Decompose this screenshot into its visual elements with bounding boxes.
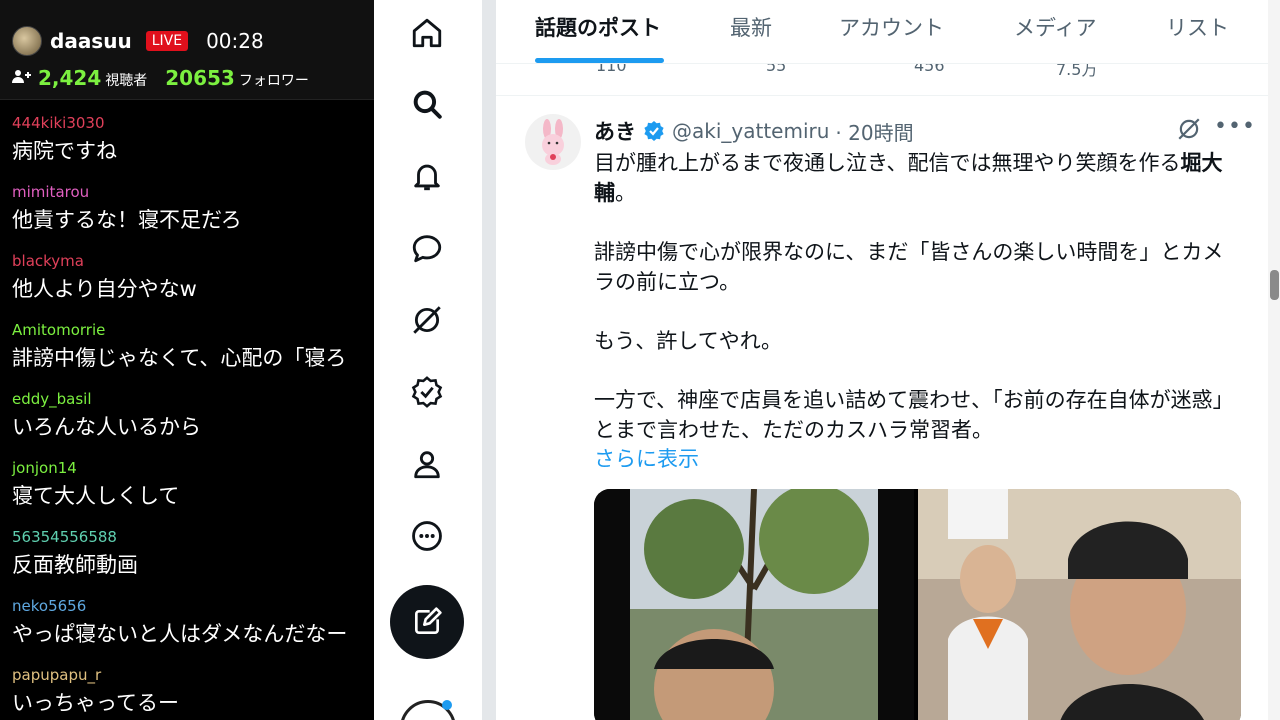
- chat-username[interactable]: mimitarou: [12, 181, 374, 203]
- tweet-author-handle[interactable]: @aki_yattemiru: [672, 119, 829, 143]
- tab-lists[interactable]: リスト: [1166, 0, 1229, 56]
- search-icon[interactable]: [407, 84, 447, 124]
- tweet-paragraph-3: もう、許してやれ。: [594, 329, 782, 353]
- follower-label: フォロワー: [238, 73, 309, 89]
- tweet-header: あき @aki_yattemiru · 20時間: [594, 116, 914, 146]
- chat-message: blackyma 他人より自分やなw: [0, 250, 374, 319]
- chat-message-list: 444kiki3030 病院ですね mimitarou 他責するな！寝不足だろ bl…: [0, 112, 374, 720]
- stream-elapsed-time: 00:28: [206, 29, 264, 53]
- chat-text: 寝て大人しくして: [12, 484, 180, 508]
- live-chat-panel: daasuu LIVE 00:28 2,424 視聴者 20653 フォロワー …: [0, 0, 374, 720]
- scrollbar-thumb[interactable]: [1270, 270, 1279, 300]
- media-image-1[interactable]: [594, 489, 914, 720]
- chat-text: 他人より自分やなw: [12, 277, 197, 301]
- notifications-icon[interactable]: [407, 156, 447, 196]
- home-icon[interactable]: [407, 13, 447, 53]
- tab-top-posts[interactable]: 話題のポスト: [535, 0, 661, 56]
- scrollbar-track[interactable]: [1268, 0, 1280, 720]
- live-badge: LIVE: [145, 31, 189, 51]
- tab-media[interactable]: メディア: [1014, 0, 1097, 56]
- tweet-author-name[interactable]: あき: [594, 116, 636, 146]
- chat-username[interactable]: 56354556588: [12, 526, 374, 548]
- chat-text: やっぱ寝ないと人はダメなんだなー: [12, 622, 348, 646]
- chat-message: 444kiki3030 病院ですね: [0, 112, 374, 181]
- compose-button[interactable]: [390, 585, 464, 659]
- media-image-2[interactable]: [918, 489, 1241, 720]
- chat-text: 誹謗中傷じゃなくて、心配の「寝ろ: [12, 346, 347, 370]
- chat-text: いっちゃってるー: [12, 691, 179, 715]
- viewer-count: 2,424: [38, 66, 102, 90]
- tweet-text: 目が腫れ上がるまで夜通し泣き、配信では無理やり笑顔を作る堀大輔。 誹謗中傷で心が…: [594, 148, 1244, 474]
- chat-username[interactable]: 444kiki3030: [12, 112, 374, 134]
- notification-dot: [442, 700, 452, 710]
- viewer-label: 視聴者: [105, 73, 148, 89]
- streamer-name[interactable]: daasuu: [50, 29, 132, 53]
- chat-message: papupapu_r いっちゃってるー: [0, 664, 374, 720]
- tab-latest[interactable]: 最新: [730, 0, 772, 56]
- grok-icon[interactable]: [407, 300, 447, 340]
- more-options-icon[interactable]: [407, 516, 447, 556]
- chat-message: neko5656 やっぱ寝ないと人はダメなんだなー: [0, 595, 374, 664]
- chat-username[interactable]: neko5656: [12, 595, 374, 617]
- stream-header: daasuu LIVE 00:28 2,424 視聴者 20653 フォロワー: [0, 0, 374, 100]
- chat-username[interactable]: papupapu_r: [12, 664, 374, 686]
- chat-text: いろんな人いるから: [12, 415, 201, 439]
- streamer-row: daasuu LIVE 00:28: [12, 26, 264, 56]
- chat-username[interactable]: jonjon14: [12, 457, 374, 479]
- stream-stats: 2,424 視聴者 20653 フォロワー: [12, 66, 323, 90]
- chat-text: 病院ですね: [12, 139, 117, 163]
- verified-badge-icon: [644, 121, 664, 141]
- chat-username[interactable]: Amitomorrie: [12, 319, 374, 341]
- chat-message: Amitomorrie 誹謗中傷じゃなくて、心配の「寝ろ: [0, 319, 374, 388]
- compose-icon: [415, 607, 442, 634]
- tweet-paragraph-4: 一方で、神座で店員を追い詰めて震わせ、「お前の存在自体が迷惑」とまで言わせた、た…: [594, 388, 1234, 442]
- tweet-timestamp[interactable]: · 20時間: [835, 117, 913, 146]
- viewers-icon: [12, 69, 32, 89]
- tweet-text-segment: 目が腫れ上がるまで夜通し泣き、配信では無理やり笑顔を作る: [594, 151, 1181, 175]
- profile-icon[interactable]: [407, 444, 447, 484]
- tweet-text-segment: 。: [615, 181, 636, 205]
- chat-username[interactable]: eddy_basil: [12, 388, 374, 410]
- panel-divider: [482, 0, 496, 720]
- chat-username[interactable]: blackyma: [12, 250, 374, 272]
- messages-icon[interactable]: [407, 228, 447, 268]
- chat-text: 反面教師動画: [12, 553, 138, 577]
- active-tab-indicator: [535, 58, 664, 63]
- verified-icon[interactable]: [407, 372, 447, 412]
- tweet-author-avatar[interactable]: [525, 114, 581, 170]
- tweet-paragraph-1: 目が腫れ上がるまで夜通し泣き、配信では無理やり笑顔を作る堀大輔。: [594, 148, 1244, 208]
- chat-message: mimitarou 他責するな！寝不足だろ: [0, 181, 374, 250]
- show-more-link[interactable]: さらに表示: [594, 443, 699, 473]
- chat-text: 他責するな！寝不足だろ: [12, 208, 242, 232]
- tab-accounts[interactable]: アカウント: [839, 0, 944, 56]
- follower-count: 20653: [165, 66, 235, 90]
- search-results: 話題のポスト 最新 アカウント メディア リスト 110 55 456 7.5万…: [496, 0, 1268, 720]
- search-tabs: 話題のポスト 最新 アカウント メディア リスト: [496, 0, 1268, 64]
- tweet-more-icon[interactable]: •••: [1214, 114, 1256, 139]
- chat-message: 56354556588 反面教師動画: [0, 526, 374, 595]
- tweet-media[interactable]: [594, 489, 1241, 720]
- tweet[interactable]: あき @aki_yattemiru · 20時間 ••• 目が腫れ上がるまで夜通…: [496, 95, 1268, 720]
- grok-explain-icon[interactable]: [1176, 116, 1202, 142]
- chat-message: jonjon14 寝て大人しくして: [0, 457, 374, 526]
- streamer-avatar[interactable]: [12, 26, 42, 56]
- tweet-paragraph-2: 誹謗中傷で心が限界なのに、まだ「皆さんの楽しい時間を」とカメラの前に立つ。: [594, 240, 1224, 294]
- chat-message: eddy_basil いろんな人いるから: [0, 388, 374, 457]
